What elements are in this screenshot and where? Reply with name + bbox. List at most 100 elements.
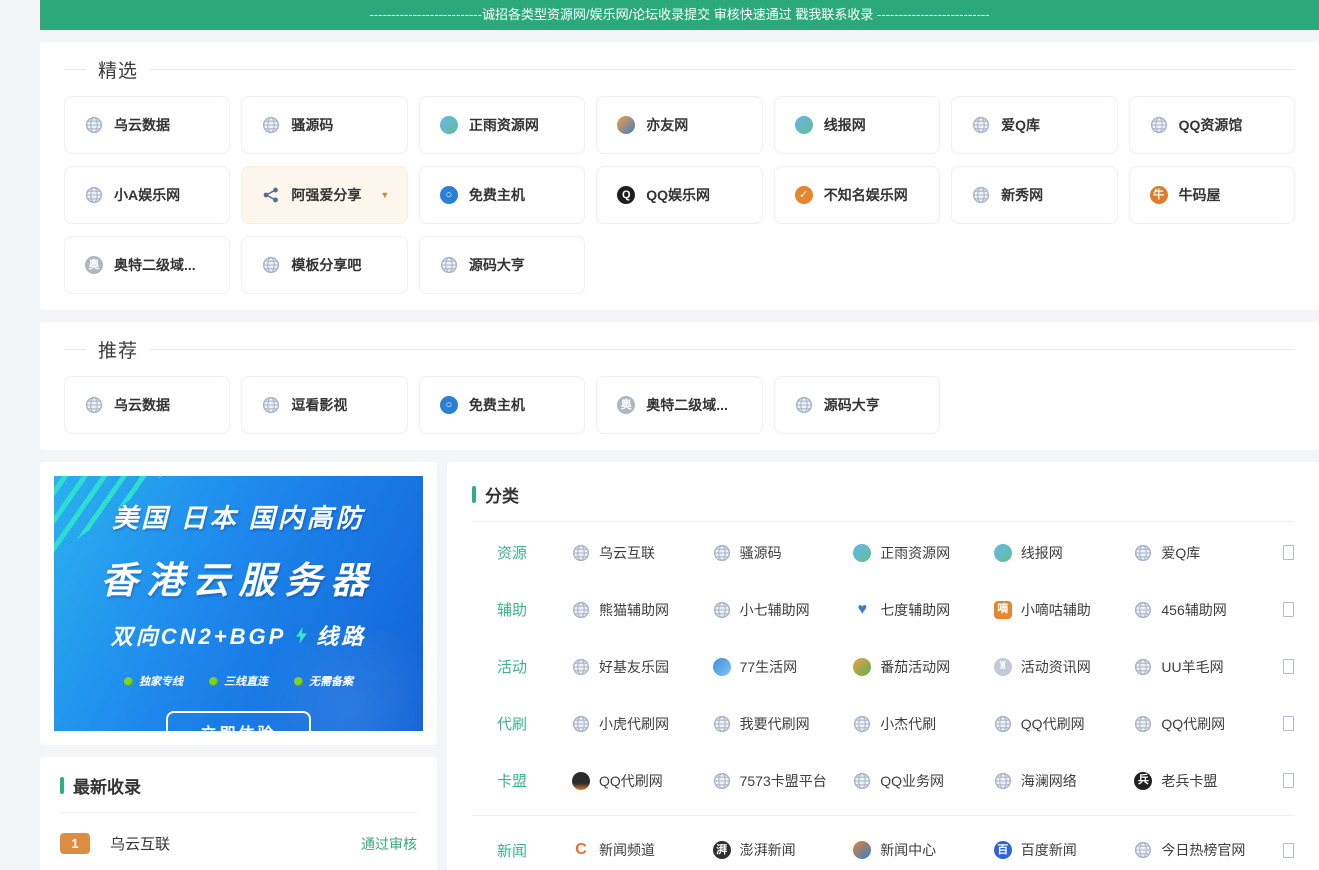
green-dot-icon [124,677,133,686]
category-site-link[interactable]: 爱Q库 [1134,543,1275,563]
more-box-icon[interactable] [1283,773,1294,788]
header-line-right [150,349,1295,350]
site-label: 阿强爱分享 [291,185,361,205]
more-box-icon[interactable] [1283,716,1294,731]
more-box-icon[interactable] [1283,843,1294,858]
cloud-server-ad-banner[interactable]: 美国 日本 国内高防 香港云服务器 双向CN2+BGP 线路 独家专线三线直连无… [54,476,423,731]
categories-header: 分类 [472,482,1294,507]
category-site-link[interactable]: 新闻中心 [853,840,994,860]
category-site-link[interactable]: 456辅助网 [1134,600,1275,620]
category-site-link[interactable]: 小虎代刷网 [572,714,713,734]
category-site-link[interactable]: 嘀小嘀咕辅助 [994,600,1135,620]
category-site-link[interactable]: 好基友乐园 [572,657,713,677]
category-site-link[interactable]: 正雨资源网 [853,543,994,563]
category-site-link[interactable]: UU羊毛网 [1134,657,1275,677]
category-label[interactable]: 新闻 [497,840,572,861]
category-site-link[interactable]: QQ代刷网 [994,714,1135,734]
category-site-link[interactable]: 湃澎湃新闻 [713,840,854,860]
tower-icon: ♜ [994,658,1012,676]
category-site-link[interactable]: 今日热榜官网 [1134,840,1275,860]
bird-icon [617,116,635,134]
category-site-link[interactable]: 兵老兵卡盟 [1134,771,1275,791]
category-row: 代刷小虎代刷网我要代刷网小杰代刷 QQ代刷网 QQ代刷网 [472,695,1294,752]
site-card[interactable]: 骚源码 [241,96,407,154]
categories-section: 分类 资源乌云互联骚源码正雨资源网线报网爱Q库辅助熊猫辅助网小七辅助网♥七度辅助… [447,462,1319,870]
category-site-link[interactable]: ♥七度辅助网 [853,600,994,620]
site-card[interactable]: 源码大亨 [419,236,585,294]
more-box-icon[interactable] [1283,602,1294,617]
site-card[interactable]: 小A娱乐网 [64,166,230,224]
category-site-link[interactable]: 我要代刷网 [713,714,854,734]
category-site-link[interactable]: C新闻频道 [572,840,713,860]
notice-bar[interactable]: --------------------------诚招各类型资源网/娱乐网/论… [40,0,1319,30]
category-site-link[interactable]: 熊猫辅助网 [572,600,713,620]
site-card[interactable]: 正雨资源网 [419,96,585,154]
category-sites: 小虎代刷网我要代刷网小杰代刷 QQ代刷网 QQ代刷网 [572,714,1275,734]
site-card[interactable]: 牛牛码屋 [1129,166,1295,224]
globe-icon [85,396,103,414]
category-site-link[interactable]: 小杰代刷 [853,714,994,734]
site-label: 新闻中心 [880,840,936,860]
category-label[interactable]: 辅助 [497,599,572,620]
category-label[interactable]: 代刷 [497,713,572,734]
site-card[interactable]: 源码大亨 [774,376,940,434]
site-card[interactable]: 阿强爱分享▼ [241,166,407,224]
site-card[interactable]: ○免费主机 [419,376,585,434]
category-site-link[interactable]: QQ业务网 [853,771,994,791]
globe-icon [1134,544,1152,562]
category-site-link[interactable]: 乌云互联 [572,543,713,563]
green-bar [472,486,476,503]
site-card[interactable]: 奥奥特二级域... [64,236,230,294]
category-site-link[interactable]: 番茄活动网 [853,657,994,677]
category-label[interactable]: 资源 [497,542,572,563]
latest-item-status[interactable]: 通过审核 [361,834,417,854]
site-card[interactable]: 线报网 [774,96,940,154]
site-label: QQ资源馆 [1179,115,1243,135]
site-card[interactable]: 乌云数据 [64,96,230,154]
category-site-link[interactable]: QQ代刷网 [1134,714,1275,734]
site-card[interactable]: 逗看影视 [241,376,407,434]
category-site-link[interactable]: 7573卡盟平台 [713,771,854,791]
category-sites: C新闻频道湃澎湃新闻 新闻中心 百百度新闻今日热榜官网 [572,840,1275,860]
site-card[interactable]: 亦友网 [596,96,762,154]
site-card[interactable]: 爱Q库 [951,96,1117,154]
more-box-icon[interactable] [1283,545,1294,560]
more-box-icon[interactable] [1283,659,1294,674]
site-card[interactable]: 奥奥特二级域... [596,376,762,434]
site-label: QQ代刷网 [1021,714,1085,734]
category-site-link[interactable]: 77生活网 [713,657,854,677]
site-card[interactable]: ○免费主机 [419,166,585,224]
news-center-icon [853,841,871,859]
site-label: 77生活网 [740,657,798,677]
category-site-link[interactable]: 百百度新闻 [994,840,1135,860]
ad-line-3: 双向CN2+BGP 线路 [54,619,423,651]
category-site-link[interactable]: 线报网 [994,543,1135,563]
site-label: 海澜网络 [1021,771,1077,791]
category-site-link[interactable]: 骚源码 [713,543,854,563]
globe-icon [795,396,813,414]
site-card[interactable]: 模板分享吧 [241,236,407,294]
category-site-link[interactable]: QQ代刷网 [572,771,713,791]
divider [60,812,417,813]
site-card[interactable]: 新秀网 [951,166,1117,224]
site-card[interactable]: QQ资源馆 [1129,96,1295,154]
category-label[interactable]: 卡盟 [497,770,572,791]
rank-badge: 1 [60,833,90,854]
experience-now-button[interactable]: 立即体验 [166,711,310,731]
latest-item-label[interactable]: 乌云互联 [110,833,170,854]
site-label: 老兵卡盟 [1161,771,1217,791]
category-site-link[interactable]: ♜活动资讯网 [994,657,1135,677]
globe-icon [572,601,590,619]
globe-icon [440,256,458,274]
site-label: 456辅助网 [1161,600,1226,620]
site-card[interactable]: ✓不知名娱乐网 [774,166,940,224]
category-row: 新闻C新闻频道湃澎湃新闻 新闻中心 百百度新闻今日热榜官网 [472,815,1294,870]
site-card[interactable]: 乌云数据 [64,376,230,434]
site-label: QQ娱乐网 [646,185,710,205]
site-label: UU羊毛网 [1161,657,1223,677]
category-site-link[interactable]: 海澜网络 [994,771,1135,791]
category-site-link[interactable]: 小七辅助网 [713,600,854,620]
category-sites: 熊猫辅助网小七辅助网♥七度辅助网嘀小嘀咕辅助 456辅助网 [572,600,1275,620]
site-card[interactable]: QQQ娱乐网 [596,166,762,224]
category-label[interactable]: 活动 [497,656,572,677]
